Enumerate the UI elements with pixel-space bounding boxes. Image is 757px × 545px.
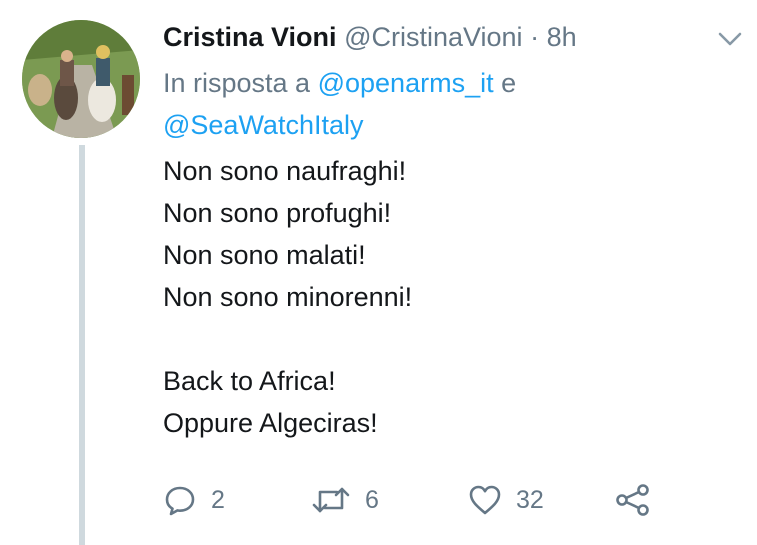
retweet-icon bbox=[311, 483, 351, 517]
author-name[interactable]: Cristina Vioni bbox=[163, 22, 337, 52]
mention-link[interactable]: @openarms_it bbox=[318, 68, 494, 98]
author-handle[interactable]: @CristinaVioni bbox=[344, 22, 522, 52]
heart-icon bbox=[468, 483, 502, 517]
reply-icon bbox=[163, 483, 197, 517]
tweet-actions: 2 6 32 bbox=[163, 478, 723, 522]
share-button[interactable] bbox=[615, 478, 651, 522]
reply-context: In risposta a @openarms_it e @SeaWatchIt… bbox=[163, 62, 723, 146]
avatar[interactable] bbox=[22, 20, 140, 138]
share-icon bbox=[615, 483, 651, 517]
timestamp[interactable]: 8h bbox=[547, 22, 577, 52]
mention-joiner: e bbox=[501, 68, 517, 98]
tweet-line: Non sono naufraghi! bbox=[163, 156, 407, 186]
tweet-line: Back to Africa! bbox=[163, 366, 336, 396]
tweet-line: Oppure Algeciras! bbox=[163, 408, 378, 438]
retweet-count: 6 bbox=[365, 485, 379, 514]
like-button[interactable]: 32 bbox=[468, 478, 544, 522]
reply-prefix: In risposta a bbox=[163, 68, 311, 98]
chevron-down-icon[interactable] bbox=[716, 28, 744, 50]
thread-line bbox=[79, 145, 85, 545]
separator-dot: · bbox=[530, 22, 540, 52]
tweet-line: Non sono malati! bbox=[163, 240, 366, 270]
like-count: 32 bbox=[516, 485, 544, 514]
reply-button[interactable]: 2 bbox=[163, 478, 225, 522]
tweet-header: Cristina Vioni @CristinaVioni · 8h bbox=[163, 20, 577, 54]
tweet-text: Non sono naufraghi! Non sono profughi! N… bbox=[163, 150, 723, 444]
reply-count: 2 bbox=[211, 485, 225, 514]
retweet-button[interactable]: 6 bbox=[311, 478, 379, 522]
tweet-line: Non sono profughi! bbox=[163, 198, 392, 228]
mention-link[interactable]: @SeaWatchItaly bbox=[163, 110, 363, 140]
tweet-line: Non sono minorenni! bbox=[163, 282, 413, 312]
